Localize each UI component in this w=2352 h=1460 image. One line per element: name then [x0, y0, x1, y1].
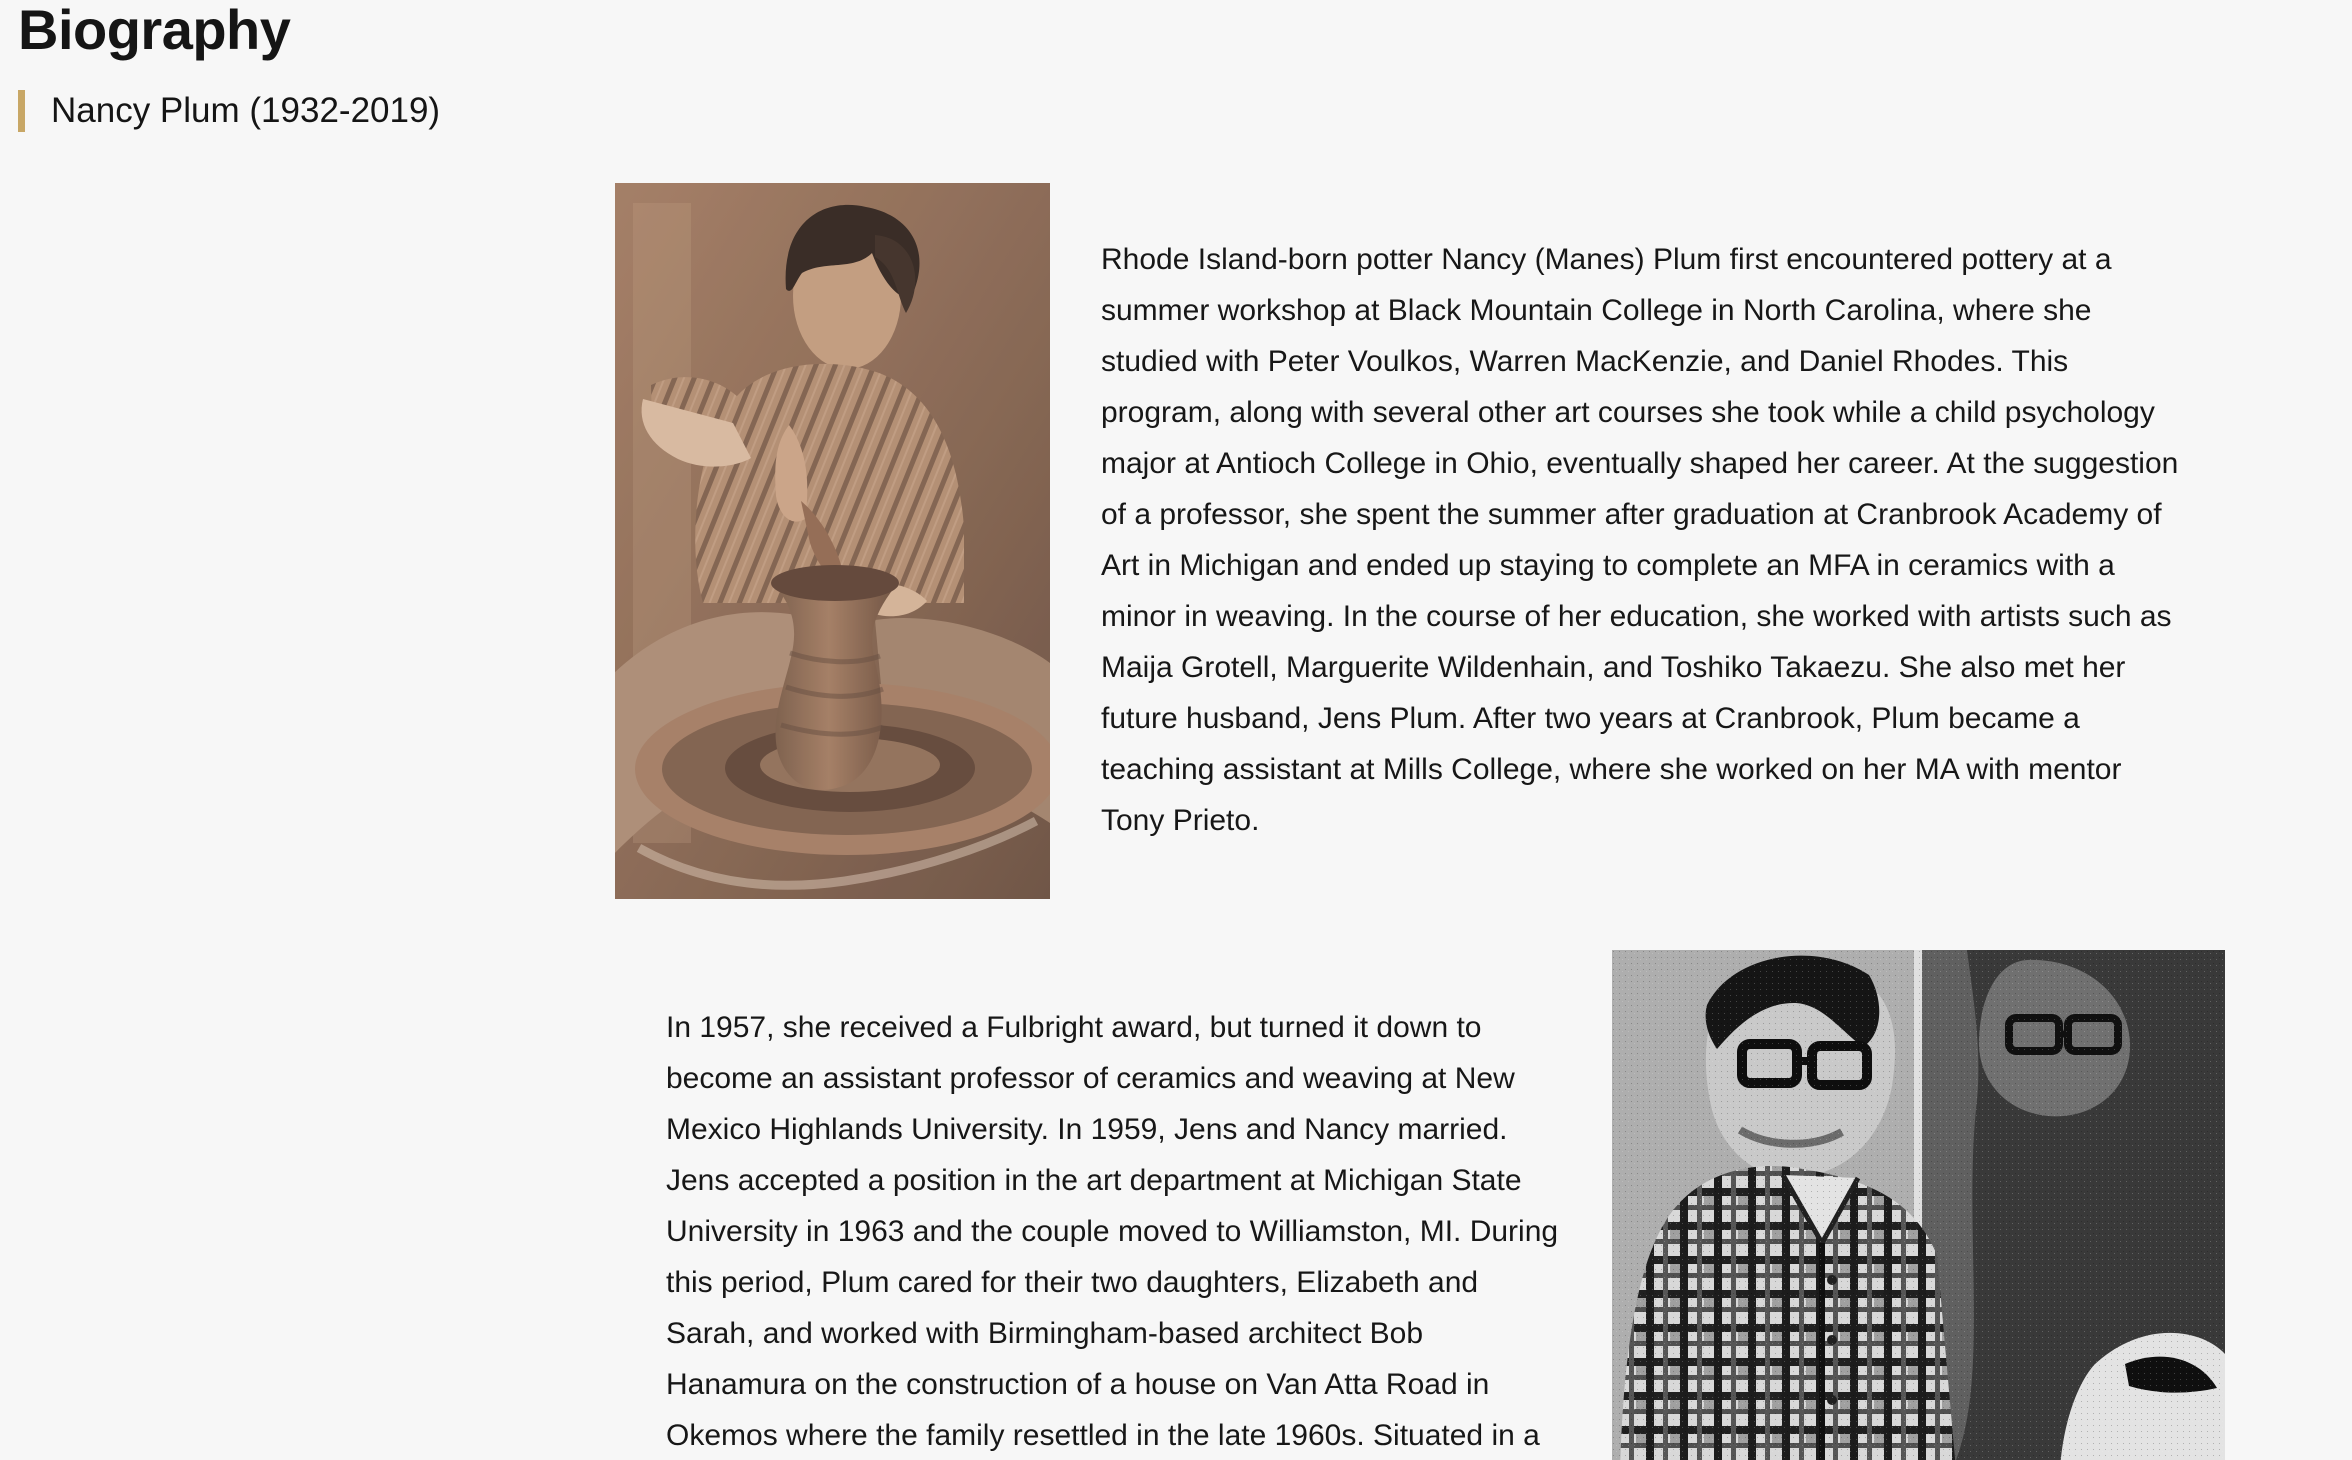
- potter-at-wheel-photo: [615, 183, 1050, 899]
- man-in-plaid-shirt-photo: [1612, 950, 2225, 1460]
- subtitle-accent-bar: [18, 90, 25, 132]
- subtitle-block: Nancy Plum (1932-2019): [18, 90, 440, 132]
- page-subtitle: Nancy Plum (1932-2019): [51, 91, 441, 130]
- biography-page: Biography Nancy Plum (1932-2019) Rhode I…: [0, 0, 2352, 1460]
- biography-paragraph: Rhode Island-born potter Nancy (Manes) P…: [1101, 243, 2179, 837]
- biography-paragraph: In 1957, she received a Fulbright award,…: [666, 1011, 1559, 1452]
- page-title: Biography: [18, 0, 291, 61]
